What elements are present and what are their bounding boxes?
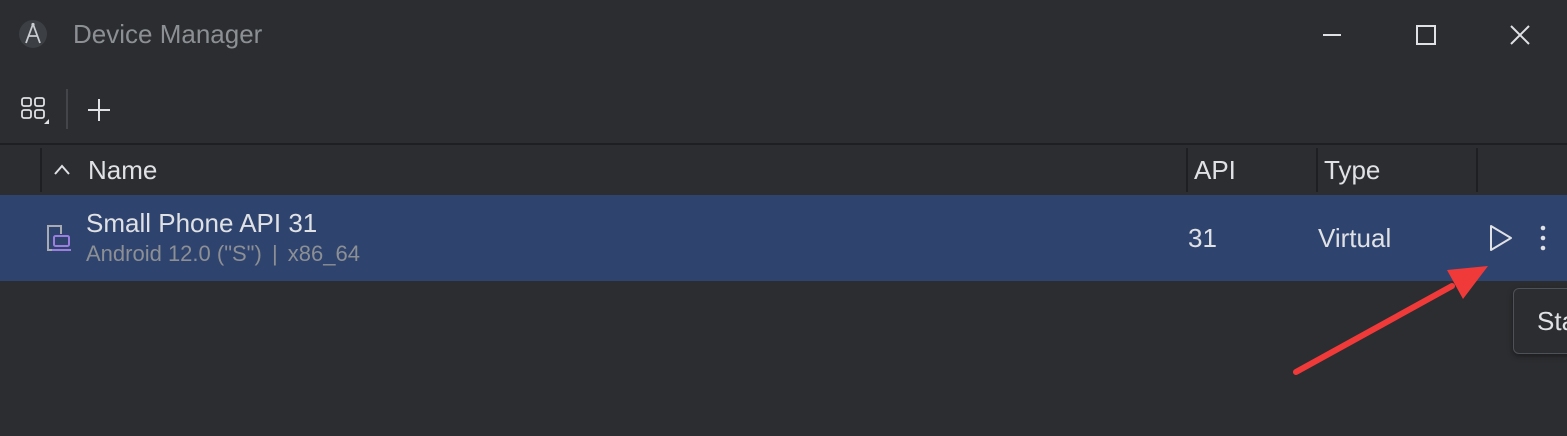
device-type: Virtual: [1318, 223, 1392, 253]
more-actions-button[interactable]: [1528, 219, 1558, 257]
start-device-button[interactable]: [1482, 219, 1518, 257]
close-button[interactable]: [1490, 10, 1550, 60]
column-header-type[interactable]: Type: [1324, 153, 1380, 187]
device-name: Small Phone API 31: [86, 208, 318, 238]
play-icon: [1490, 225, 1512, 251]
view-options-button[interactable]: [14, 92, 54, 128]
window-title: Device Manager: [73, 19, 263, 49]
maximize-button[interactable]: [1396, 10, 1456, 60]
minimize-button[interactable]: [1302, 10, 1362, 60]
close-icon: [1510, 25, 1530, 45]
details-separator: |: [271, 241, 278, 266]
device-android-version: Android 12.0 ("S"): [86, 241, 262, 266]
tooltip-text: Sta: [1537, 306, 1567, 336]
toolbar-divider: [66, 89, 68, 129]
plus-icon: [88, 99, 110, 121]
minimize-icon: [1323, 34, 1341, 36]
more-vertical-icon: [1540, 225, 1546, 251]
chevron-up-icon[interactable]: [52, 160, 72, 180]
column-divider: [1316, 148, 1318, 192]
device-details: Android 12.0 ("S") | x86_64: [86, 240, 360, 268]
android-studio-logo-icon: [18, 19, 48, 49]
toolbar: [0, 80, 1567, 140]
device-architecture: x86_64: [287, 241, 360, 266]
tooltip: Sta: [1513, 288, 1567, 354]
add-device-button[interactable]: [80, 92, 118, 128]
title-bar: Device Manager: [0, 0, 1567, 70]
column-header-api[interactable]: API: [1194, 153, 1236, 187]
virtual-device-icon: [44, 223, 74, 253]
column-header-name[interactable]: Name: [88, 153, 157, 187]
device-manager-window: Device Manager Name API Type Small Phone…: [0, 0, 1567, 436]
maximize-icon: [1416, 25, 1436, 45]
column-divider: [40, 148, 42, 192]
table-row[interactable]: Small Phone API 31 Android 12.0 ("S") | …: [0, 195, 1567, 281]
device-api: 31: [1188, 223, 1217, 253]
grid-view-icon: [21, 97, 49, 124]
column-divider: [1186, 148, 1188, 192]
column-divider: [1476, 148, 1478, 192]
table-header: Name API Type: [0, 143, 1567, 197]
